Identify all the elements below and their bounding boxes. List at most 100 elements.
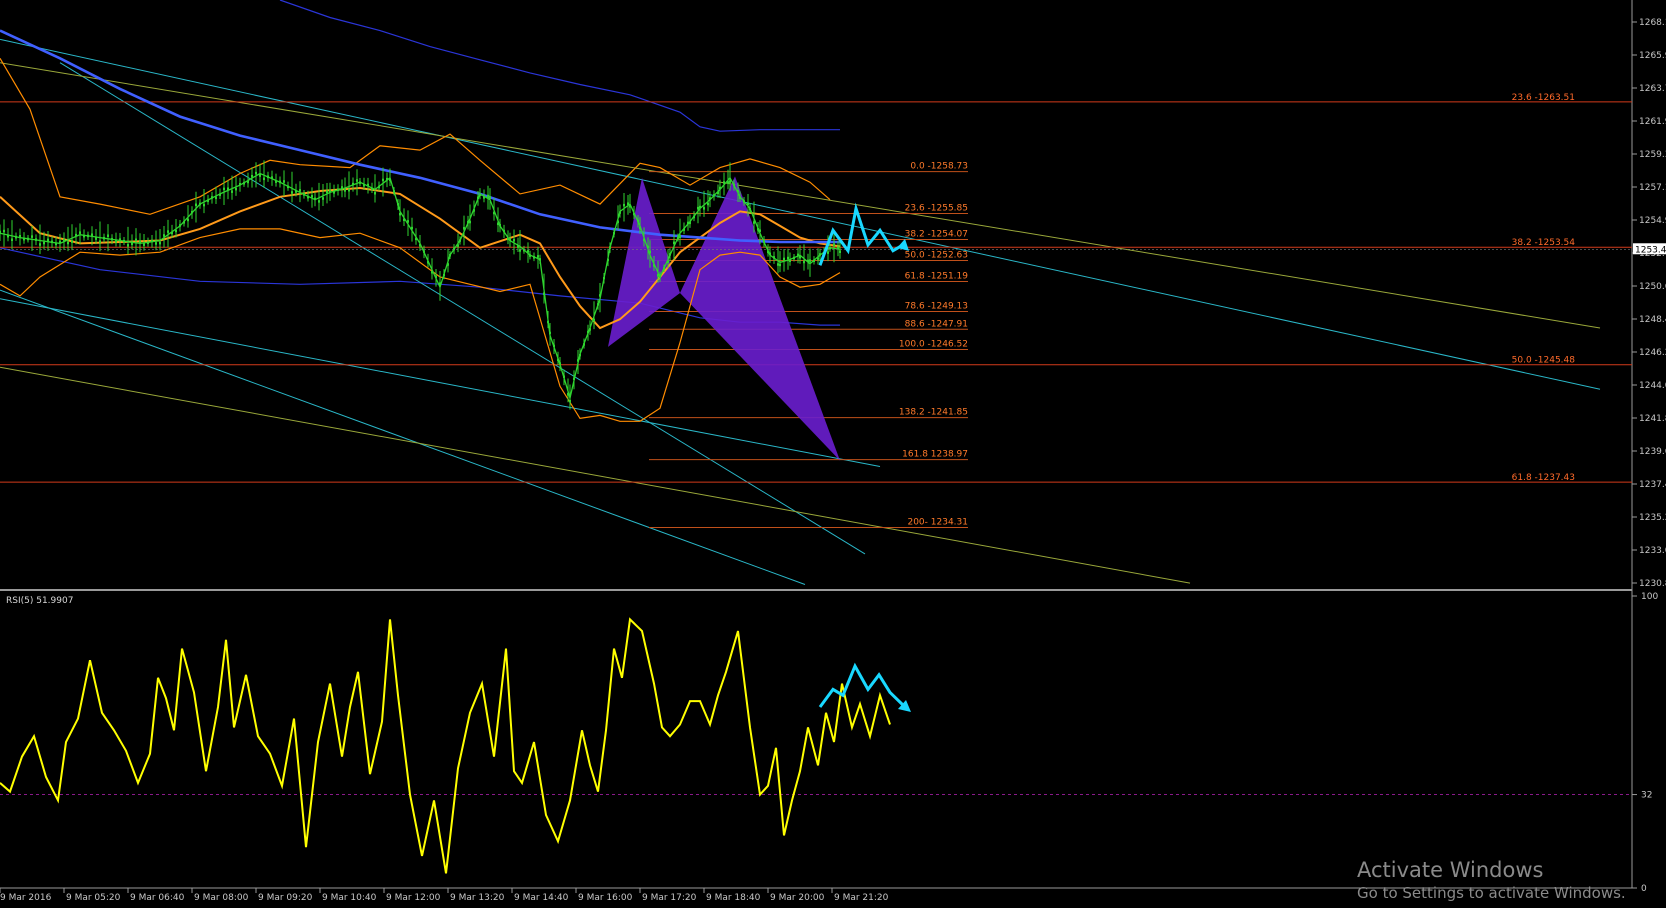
candle-body <box>11 238 13 241</box>
candle-body <box>223 187 225 191</box>
pattern-fib-label: 23.6 -1255.85 <box>905 204 968 214</box>
trend-line <box>0 289 806 585</box>
candle-body <box>374 191 376 195</box>
price-tick-label: 1250.6 <box>1639 282 1666 292</box>
price-tick-label: 1239.6 <box>1639 447 1666 457</box>
candle-body <box>827 251 829 254</box>
time-tick-label: 9 Mar 2016 <box>0 893 52 903</box>
candle-body <box>623 203 625 207</box>
candle-body <box>783 257 785 261</box>
candle-body <box>155 242 157 245</box>
price-projection-arrowhead <box>897 238 909 251</box>
rsi-tick-label: 0 <box>1641 884 1647 894</box>
candle-body <box>703 207 705 210</box>
candle-body <box>697 206 699 210</box>
moving-average-slow <box>0 29 840 244</box>
current-price-label: 1253.4 <box>1635 245 1666 255</box>
candle-body <box>777 263 779 266</box>
candle-body <box>348 188 350 192</box>
candle-body <box>489 196 491 199</box>
fib-level-label: 38.2 -1253.54 <box>1512 238 1576 248</box>
candle-body <box>382 178 384 182</box>
candle-body <box>513 238 515 242</box>
fib-level-label: 61.8 -1237.43 <box>1512 473 1575 483</box>
harmonic-pattern-xab <box>608 177 680 347</box>
time-tick-label: 9 Mar 10:40 <box>322 893 377 903</box>
price-tick-label: 1235.2 <box>1639 513 1666 523</box>
pattern-fib-label: 61.8 -1251.19 <box>905 271 969 281</box>
candle-body <box>43 241 45 245</box>
pattern-fib-label: 88.6 -1247.91 <box>905 319 968 329</box>
trend-line <box>0 62 1601 329</box>
candle-body <box>99 240 101 243</box>
price-tick-label: 1265.9 <box>1639 51 1666 61</box>
price-tick-label: 1257.1 <box>1639 183 1666 193</box>
candle-body <box>833 243 835 247</box>
trend-line <box>0 38 1601 390</box>
pattern-fib-label: 38.2 -1254.07 <box>905 230 968 240</box>
pattern-fib-label: 100.0 -1246.52 <box>899 340 968 350</box>
pattern-fib-label: 200- 1234.31 <box>907 518 968 528</box>
candle-body <box>255 171 257 175</box>
price-tick-label: 1263.7 <box>1639 84 1666 94</box>
price-tick-label: 1233.0 <box>1639 546 1666 556</box>
time-tick-label: 9 Mar 08:00 <box>194 893 249 903</box>
candle-body <box>143 243 145 246</box>
candle-body <box>803 260 805 264</box>
price-tick-label: 1230.8 <box>1639 579 1666 589</box>
candle-body <box>47 238 49 242</box>
candle-body <box>107 234 109 237</box>
candle-body <box>135 238 137 242</box>
candle-body <box>839 250 841 253</box>
price-tick-label: 1241.8 <box>1639 414 1666 424</box>
rsi-title: RSI(5) 51.9907 <box>6 596 73 606</box>
price-tick-label: 1244.0 <box>1639 381 1666 391</box>
rsi-projection-arrow <box>818 662 907 709</box>
price-tick-label: 1268.1 <box>1639 18 1666 28</box>
fib-level-label: 50.0 -1245.48 <box>1512 356 1576 366</box>
chart-root: 1268.1 1265.9 1263.7 1261.9 1259.3 1257.1 1254… <box>0 0 1666 904</box>
time-tick-label: 9 Mar 18:40 <box>706 893 761 903</box>
candle-body <box>299 189 301 192</box>
candle-body <box>187 218 189 222</box>
candle-body <box>487 194 489 198</box>
rsi-tick-label: 100 <box>1641 592 1658 602</box>
candle-body <box>318 200 320 203</box>
time-tick-label: 9 Mar 05:20 <box>66 893 121 903</box>
candle-body <box>139 240 141 243</box>
time-tick-label: 9 Mar 06:40 <box>130 893 185 903</box>
candle-body <box>231 190 233 193</box>
time-tick-label: 9 Mar 17:20 <box>642 893 697 903</box>
candle-body <box>39 243 41 246</box>
envelope-upper-line <box>279 0 840 132</box>
candle-body <box>537 255 539 258</box>
time-tick-label: 9 Mar 20:00 <box>770 893 825 903</box>
price-tick-label: 1254.9 <box>1639 216 1666 226</box>
candle-body <box>729 180 731 183</box>
rsi-line <box>0 617 891 874</box>
chart-svg: 1268.1 1265.9 1263.7 1261.9 1259.3 1257.1 1254… <box>0 0 1666 903</box>
candle-body <box>91 233 93 236</box>
candle-body <box>779 263 781 267</box>
candle-body <box>809 259 811 262</box>
pattern-fib-label: 78.6 -1249.13 <box>905 302 968 312</box>
candle-body <box>322 197 324 200</box>
watermark-title: Activate Windows <box>1357 858 1544 882</box>
candle-body <box>159 241 161 245</box>
candle-body <box>283 180 285 183</box>
pattern-fib-label: 138.2 -1241.85 <box>899 408 968 418</box>
price-tick-label: 1248.4 <box>1639 315 1666 325</box>
candle-body <box>291 191 293 194</box>
time-tick-label: 9 Mar 14:40 <box>514 893 569 903</box>
candle-body <box>707 202 709 206</box>
candle-body <box>235 187 237 191</box>
time-tick-label: 9 Mar 12:00 <box>386 893 441 903</box>
time-tick-label: 9 Mar 13:20 <box>450 893 505 903</box>
candle-body <box>263 177 265 181</box>
watermark-subtitle: Go to Settings to activate Windows. <box>1357 884 1626 902</box>
price-tick-label: 1261.9 <box>1639 117 1666 127</box>
candle-body <box>167 230 169 233</box>
bollinger-upper-line <box>0 57 831 215</box>
windows-activation-watermark: Activate Windows Go to Settings to activ… <box>1357 858 1626 902</box>
candle-body <box>259 174 261 177</box>
